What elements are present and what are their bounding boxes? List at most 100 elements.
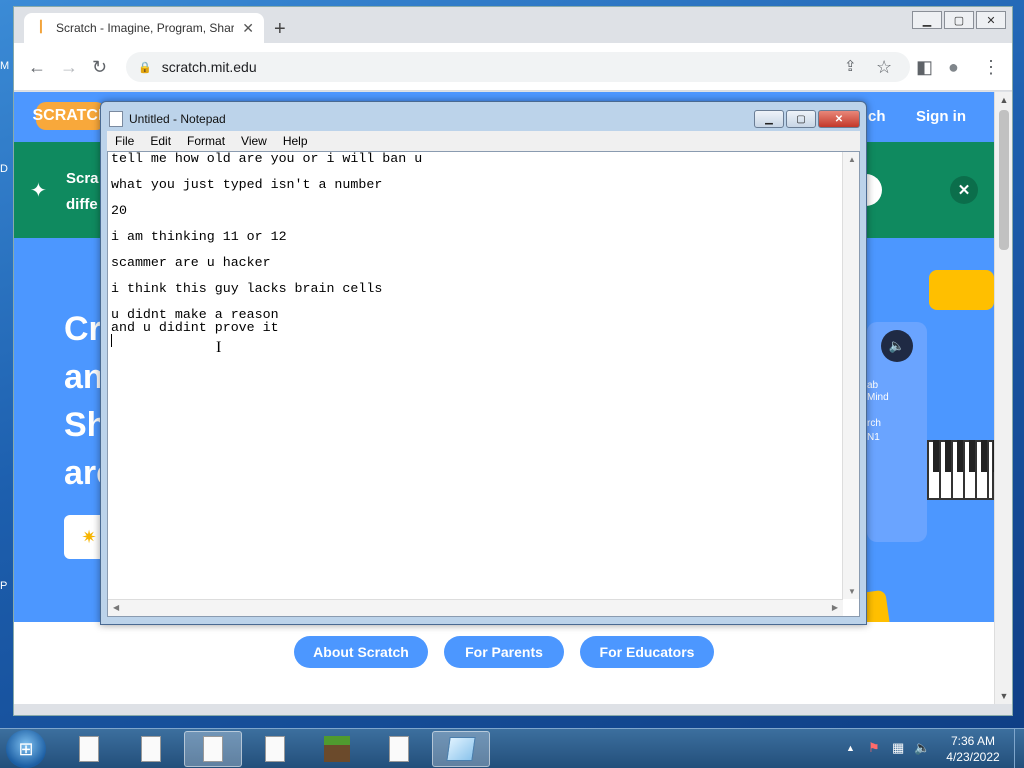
taskbar-item-notepad[interactable] (432, 731, 490, 767)
notepad-text-area[interactable]: tell me how old are you or i will ban u w… (107, 151, 860, 617)
menu-view[interactable]: View (233, 134, 275, 148)
scroll-down-icon[interactable]: ▼ (995, 688, 1013, 704)
close-button[interactable]: ✕ (976, 11, 1006, 29)
menu-file[interactable]: File (107, 134, 142, 148)
notepad-window-controls: ▁ ▢ ✕ (754, 110, 860, 128)
page-scrollbar[interactable]: ▲ ▼ (994, 92, 1012, 704)
tab-strip: ꟾ Scratch - Imagine, Program, Share ✕ + … (14, 7, 1012, 43)
tab-close-icon[interactable]: ✕ (242, 20, 254, 37)
network-icon[interactable]: ▦ (892, 740, 904, 756)
clock-time: 7:36 AM (950, 734, 996, 748)
sign-in-link[interactable]: Sign in (916, 108, 966, 125)
notepad-menubar: File Edit Format View Help (107, 131, 860, 151)
notepad-text-line: and u didint prove it (111, 320, 279, 335)
notepad-minimize-button[interactable]: ▁ (754, 110, 784, 128)
for-parents-button[interactable]: For Parents (444, 636, 564, 668)
hero-illustration: 🔈 ab Mind rch N1 (867, 270, 994, 570)
banner-line: diffe (66, 196, 98, 213)
taskbar-item[interactable] (60, 731, 118, 767)
forward-icon[interactable]: → (60, 57, 78, 77)
lock-icon: 🔒 (138, 61, 152, 74)
taskbar-clock[interactable]: 7:36 AM 4/23/2022 (938, 733, 1008, 765)
system-tray: ▲ ⚑ ▦ 🔈 7:36 AM 4/23/2022 (842, 729, 1024, 768)
about-scratch-button[interactable]: About Scratch (294, 636, 428, 668)
notepad-text-line: what you just typed isn't a number (111, 177, 383, 192)
taskbar: ⊞ ▲ ⚑ ▦ 🔈 7:36 AM 4/23/2022 (0, 728, 1024, 768)
tab-title: Scratch - Imagine, Program, Share (56, 21, 235, 35)
notepad-horizontal-scrollbar[interactable]: ◀ ▶ (108, 599, 843, 616)
notepad-text-line: scammer are u hacker (111, 255, 271, 270)
notepad-window: Untitled - Notepad ▁ ▢ ✕ File Edit Forma… (100, 101, 867, 625)
menu-edit[interactable]: Edit (142, 134, 179, 148)
scroll-left-icon[interactable]: ◀ (113, 603, 119, 612)
scratch-logo[interactable]: SCRATCH (32, 102, 110, 130)
document-icon (265, 736, 285, 762)
notepad-text-line: i think this guy lacks brain cells (111, 281, 383, 296)
reload-icon[interactable]: ↻ (92, 57, 107, 77)
kebab-menu-icon[interactable]: ⋮ (982, 57, 1000, 77)
notepad-close-button[interactable]: ✕ (818, 110, 860, 128)
volume-icon[interactable]: 🔈 (914, 740, 930, 756)
scroll-down-icon[interactable]: ▼ (848, 587, 856, 596)
notepad-maximize-button[interactable]: ▢ (786, 110, 816, 128)
bookmark-star-icon[interactable]: ☆ (876, 57, 892, 77)
notepad-vertical-scrollbar[interactable]: ▲ ▼ (842, 152, 859, 599)
document-icon (141, 736, 161, 762)
show-hidden-icons-icon[interactable]: ▲ (846, 743, 855, 753)
desktop-icon-label[interactable]: P (0, 580, 12, 592)
document-icon (389, 736, 409, 762)
maximize-button[interactable]: ▢ (944, 11, 974, 29)
scratch-favicon-icon: ꟾ (38, 19, 44, 36)
nav-search-link[interactable]: ch (868, 108, 886, 125)
notepad-titlebar[interactable]: Untitled - Notepad (109, 110, 226, 128)
share-icon[interactable]: ⇪ (844, 57, 857, 77)
desktop-icon-label[interactable]: D (0, 163, 12, 175)
action-center-flag-icon[interactable]: ⚑ (868, 740, 880, 756)
profile-avatar-icon[interactable]: ● (948, 57, 959, 77)
back-icon[interactable]: ← (28, 57, 46, 77)
menu-help[interactable]: Help (275, 134, 316, 148)
hero-heading: an (64, 358, 104, 396)
new-tab-button[interactable]: + (274, 19, 286, 39)
scroll-up-icon[interactable]: ▲ (848, 155, 856, 164)
banner-line: Scra (66, 170, 99, 187)
speaker-icon[interactable]: 🔈 (881, 330, 913, 362)
minecraft-grass-block-icon (324, 736, 350, 762)
notepad-icon (446, 737, 476, 761)
menu-format[interactable]: Format (179, 134, 233, 148)
clock-date: 4/23/2022 (946, 750, 1000, 764)
taskbar-item-minecraft[interactable] (308, 731, 366, 767)
desktop-icon-label[interactable]: M (0, 60, 12, 72)
browser-tab-scratch[interactable]: ꟾ Scratch - Imagine, Program, Share ✕ (24, 13, 264, 43)
sparkle-icon: ✷ (81, 526, 97, 547)
illustration-label: ab (867, 380, 879, 391)
window-controls: ▁ ▢ ✕ (912, 11, 1006, 29)
windows-logo-icon: ⊞ (18, 738, 34, 759)
show-desktop-button[interactable] (1014, 729, 1024, 768)
scrollbar-thumb[interactable] (999, 110, 1009, 250)
notepad-text-content[interactable]: tell me how old are you or i will ban u w… (111, 152, 841, 598)
document-icon (203, 736, 223, 762)
for-educators-button[interactable]: For Educators (580, 636, 714, 668)
illustration-label: rch (867, 418, 881, 429)
taskbar-item[interactable] (184, 731, 242, 767)
sparkle-icon: ✦ (30, 180, 47, 202)
taskbar-item[interactable] (370, 731, 428, 767)
scroll-right-icon[interactable]: ▶ (832, 603, 838, 612)
address-bar[interactable]: 🔒 scratch.mit.edu (126, 52, 910, 82)
illustration-label: N1 (867, 432, 880, 443)
taskbar-item[interactable] (246, 731, 304, 767)
banner-text: Scra diffe (66, 166, 99, 218)
url-text: scratch.mit.edu (161, 59, 257, 75)
notepad-text-line: 20 (111, 203, 127, 218)
side-panel-icon[interactable]: ◧ (916, 57, 933, 77)
notepad-title: Untitled - Notepad (129, 112, 226, 126)
hero-heading: Cr (64, 310, 102, 348)
browser-toolbar: ← → ↻ 🔒 scratch.mit.edu ⇪ ☆ ◧ ● ⋮ (14, 43, 1012, 91)
code-block-shape (929, 270, 994, 310)
banner-close-button[interactable]: ✕ (950, 176, 978, 204)
taskbar-item[interactable] (122, 731, 180, 767)
minimize-button[interactable]: ▁ (912, 11, 942, 29)
scroll-up-icon[interactable]: ▲ (995, 92, 1013, 108)
start-button[interactable]: ⊞ (6, 730, 46, 768)
